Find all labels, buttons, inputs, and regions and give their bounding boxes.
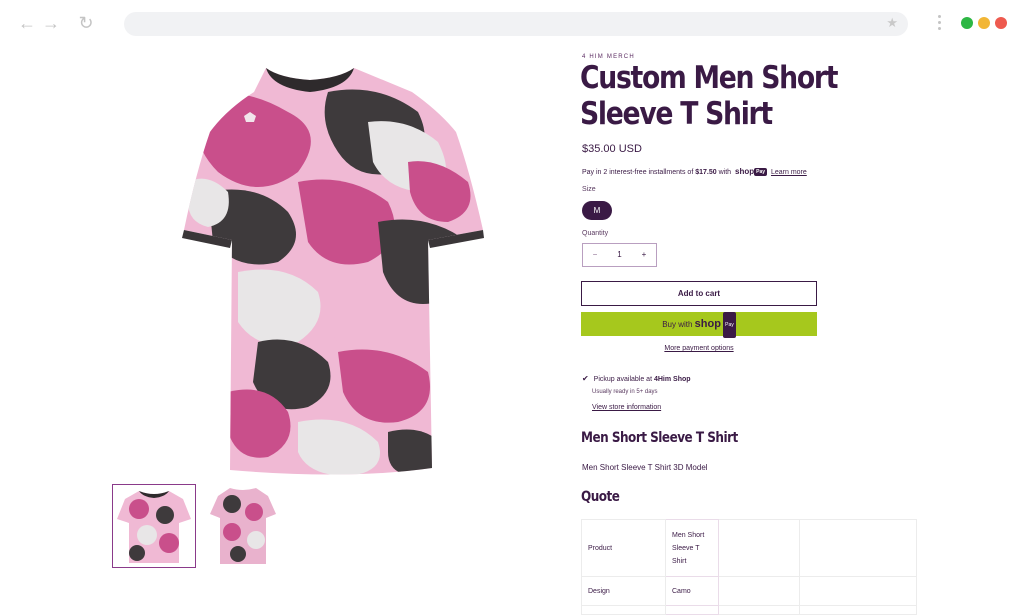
- quote-cell-empty: [581, 605, 666, 615]
- thumbnail-back[interactable]: [202, 484, 286, 568]
- shop-pay-brand: shop: [735, 167, 755, 176]
- table-row: Product Men Short Sleeve T Shirt: [581, 519, 917, 577]
- product-title: Custom Men Short Sleeve T Shirt: [580, 60, 838, 132]
- pickup-ready-time: Usually ready in 5+ days: [592, 389, 658, 395]
- star-icon[interactable]: ★: [886, 15, 898, 31]
- view-store-information-link[interactable]: View store information: [592, 404, 661, 411]
- quote-heading: Quote: [581, 489, 620, 505]
- address-bar[interactable]: ★: [124, 12, 908, 36]
- reload-icon[interactable]: ↻: [75, 12, 97, 34]
- add-to-cart-button[interactable]: Add to cart: [581, 281, 817, 306]
- pickup-prefix: Pickup available at: [593, 376, 653, 383]
- thumbnail-front-image: [117, 491, 191, 563]
- thumbnail-front[interactable]: [112, 484, 196, 568]
- buy-with-shop-pay-button[interactable]: Buy with shop Pay: [581, 312, 817, 338]
- description-text: Men Short Sleeve T Shirt 3D Model: [582, 463, 708, 472]
- quote-cell-empty: [718, 519, 800, 577]
- kebab-menu-icon[interactable]: [934, 12, 944, 34]
- quantity-stepper: − 1 +: [582, 243, 657, 267]
- table-row: [581, 605, 917, 615]
- window-dot-yellow[interactable]: [978, 17, 990, 29]
- quantity-decrease-button[interactable]: −: [583, 244, 607, 266]
- shop-pay-logo: shop Pay: [735, 167, 768, 176]
- window-dot-green[interactable]: [961, 17, 973, 29]
- buy-shop-brand: shop: [694, 318, 721, 331]
- quote-cell-empty: [718, 576, 800, 606]
- shop-pay-badge: Pay: [754, 167, 768, 176]
- pickup-availability: ✔ Pickup available at 4Him Shop: [582, 374, 691, 383]
- quote-cell-value: Men Short Sleeve T Shirt: [665, 519, 719, 577]
- browser-toolbar: ← → ↻ ★: [0, 0, 1024, 46]
- quantity-increase-button[interactable]: +: [632, 244, 656, 266]
- product-price: $35.00 USD: [582, 143, 642, 155]
- back-icon[interactable]: ←: [16, 12, 38, 34]
- quote-cell-empty: [799, 519, 917, 577]
- quantity-label: Quantity: [582, 230, 609, 237]
- quote-cell-label: Design: [581, 576, 666, 606]
- installments-with: with: [718, 169, 732, 176]
- quantity-input[interactable]: 1: [607, 244, 632, 266]
- product-main-image[interactable]: [178, 62, 488, 476]
- buy-pay-badge: Pay: [723, 312, 736, 338]
- quote-cell-empty: [799, 576, 917, 606]
- description-heading: Men Short Sleeve T Shirt: [581, 430, 738, 446]
- size-option-m[interactable]: M: [582, 201, 612, 220]
- forward-icon[interactable]: →: [40, 12, 62, 34]
- table-row: Design Camo: [581, 576, 917, 606]
- size-label: Size: [582, 186, 596, 193]
- more-payment-options-link[interactable]: More payment options: [581, 345, 817, 352]
- quote-cell-empty: [665, 605, 719, 615]
- pickup-store: 4Him Shop: [653, 376, 691, 383]
- installments-prefix: Pay in 2 interest-free installments of: [582, 169, 694, 176]
- installments-amount: $17.50: [695, 169, 717, 176]
- thumbnail-back-image: [210, 488, 276, 564]
- checkmark-icon: ✔: [582, 374, 589, 383]
- learn-more-link[interactable]: Learn more: [771, 169, 807, 176]
- quote-cell-empty: [799, 605, 917, 615]
- quote-table: Product Men Short Sleeve T Shirt Design …: [581, 519, 917, 615]
- buy-with-label: Buy with: [662, 320, 693, 330]
- installments-text: Pay in 2 interest-free installments of $…: [582, 167, 807, 176]
- window-dot-red[interactable]: [995, 17, 1007, 29]
- quote-cell-label: Product: [581, 519, 666, 577]
- quote-cell-empty: [718, 605, 800, 615]
- quote-cell-value: Camo: [665, 576, 719, 606]
